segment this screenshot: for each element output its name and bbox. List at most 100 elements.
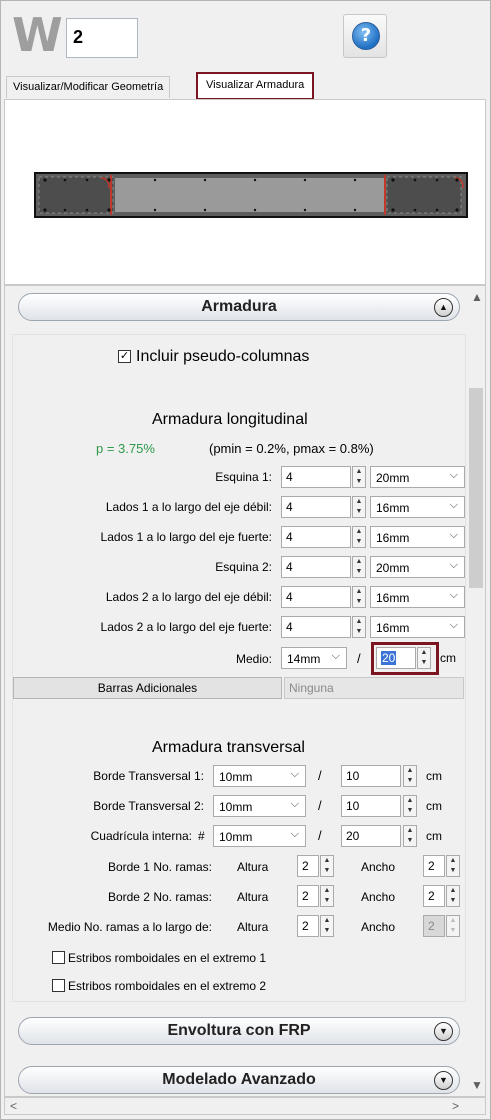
rho-range: (pmin = 0.2%, pmax = 0.8%) [209, 441, 374, 456]
tab-reinforcement[interactable]: Visualizar Armadura [196, 72, 315, 100]
legs-height-spinner[interactable]: ▲ ▼ [320, 915, 334, 937]
longitudinal-title: Armadura longitudinal [152, 411, 308, 428]
wall-section-drawing [34, 172, 468, 218]
long-bar-value: 20mm [376, 471, 410, 485]
long-count-spinner[interactable]: ▲ ▼ [352, 556, 366, 578]
legs-height-label: Altura [237, 890, 269, 904]
medio-unit: cm [440, 651, 456, 665]
trans-spacing-input[interactable]: 10 [341, 795, 401, 817]
long-count-spinner[interactable]: ▲ ▼ [352, 496, 366, 518]
long-bar-select[interactable]: 16mm ⌵ [370, 616, 465, 638]
long-row-label: Esquina 1: [215, 470, 272, 484]
trans-row-prefix: # [198, 829, 205, 843]
legs-width-input[interactable]: 2 [423, 855, 445, 877]
long-count-input[interactable]: 4 [281, 556, 351, 578]
legs-width-label: Ancho [361, 920, 396, 934]
long-row-label: Esquina 2: [215, 560, 272, 574]
trans-row-label: Borde Transversal 1: [93, 769, 204, 783]
pseudo-columns-checkbox[interactable]: ✓ [118, 350, 131, 363]
trans-separator: / [318, 798, 322, 813]
medio-spacing-input[interactable]: 20 [376, 647, 416, 669]
long-bar-select[interactable]: 20mm ⌵ [370, 556, 465, 578]
section-header-advanced[interactable]: Modelado Avanzado ▼ [18, 1066, 460, 1094]
wall-number-field[interactable]: 2 [66, 18, 138, 58]
chevron-down-icon: ⌵ [449, 559, 458, 571]
legs-height-input[interactable]: 2 [297, 855, 319, 877]
scroll-up-icon[interactable]: ▲ [471, 290, 483, 304]
long-bar-select[interactable]: 16mm ⌵ [370, 526, 465, 548]
trans-bar-value: 10mm [219, 800, 253, 814]
section-header-frp[interactable]: Envoltura con FRP ▼ [18, 1017, 460, 1045]
long-count-input[interactable]: 4 [281, 586, 351, 608]
long-bar-value: 16mm [376, 531, 410, 545]
legs-height-spinner[interactable]: ▲ ▼ [320, 855, 334, 877]
chevron-down-icon: ⌵ [449, 589, 458, 601]
long-bar-value: 16mm [376, 501, 410, 515]
medio-spacing-spinner[interactable]: ▲ ▼ [417, 647, 431, 669]
rho-value: p = 3.75% [96, 441, 155, 456]
chevron-down-icon: ⌵ [290, 828, 299, 840]
trans-bar-select[interactable]: 10mm ⌵ [213, 825, 306, 847]
long-count-spinner[interactable]: ▲ ▼ [352, 616, 366, 638]
trans-spacing-spinner[interactable]: ▲ ▼ [403, 765, 417, 787]
long-row-label: Lados 1 a lo largo del eje fuerte: [100, 530, 272, 544]
section-title: Armadura [201, 298, 277, 315]
help-button[interactable]: ? [343, 14, 387, 58]
legs-height-spinner[interactable]: ▲ ▼ [320, 885, 334, 907]
trans-separator: / [318, 828, 322, 843]
scroll-left-icon[interactable]: < [10, 1099, 17, 1113]
tab-geometry[interactable]: Visualizar/Modificar Geometría [6, 76, 171, 98]
legs-row-label: Borde 2 No. ramas: [107, 890, 212, 904]
long-bar-select[interactable]: 16mm ⌵ [370, 586, 465, 608]
trans-bar-select[interactable]: 10mm ⌵ [213, 795, 306, 817]
trans-unit: cm [426, 769, 442, 783]
rhomboid-end1-label: Estribos romboidales en el extremo 1 [68, 951, 267, 965]
trans-bar-select[interactable]: 10mm ⌵ [213, 765, 306, 787]
rhomboid-end2-checkbox[interactable] [52, 979, 65, 992]
legs-height-input[interactable]: 2 [297, 885, 319, 907]
medio-bar-select[interactable]: 14mm ⌵ [281, 647, 347, 669]
extra-bars-button[interactable]: Barras Adicionales [13, 677, 282, 699]
wall-logo: W [12, 8, 63, 62]
horizontal-scrollbar[interactable] [4, 1097, 486, 1115]
rhomboid-end1-checkbox[interactable] [52, 951, 65, 964]
trans-spacing-input[interactable]: 20 [341, 825, 401, 847]
long-bar-value: 16mm [376, 591, 410, 605]
expand-icon[interactable]: ▼ [434, 1071, 453, 1090]
long-bar-select[interactable]: 16mm ⌵ [370, 496, 465, 518]
medio-separator: / [357, 651, 361, 666]
pseudo-columns-label: Incluir pseudo-columnas [136, 348, 310, 365]
trans-unit: cm [426, 799, 442, 813]
long-count-spinner[interactable]: ▲ ▼ [352, 586, 366, 608]
chevron-down-icon: ⌵ [331, 650, 340, 662]
long-count-spinner[interactable]: ▲ ▼ [352, 526, 366, 548]
scroll-down-icon[interactable]: ▼ [471, 1078, 483, 1092]
legs-width-input[interactable]: 2 [423, 885, 445, 907]
legs-width-spinner-disabled: ▲ ▼ [446, 915, 460, 937]
trans-spacing-spinner[interactable]: ▲ ▼ [403, 825, 417, 847]
trans-spacing-input[interactable]: 10 [341, 765, 401, 787]
medio-spacing-value: 20 [381, 651, 397, 665]
long-count-input[interactable]: 4 [281, 616, 351, 638]
long-count-input[interactable]: 4 [281, 466, 351, 488]
expand-icon[interactable]: ▼ [434, 1022, 453, 1041]
trans-spacing-spinner[interactable]: ▲ ▼ [403, 795, 417, 817]
legs-width-spinner[interactable]: ▲ ▼ [446, 885, 460, 907]
legs-width-input-disabled: 2 [423, 915, 445, 937]
long-bar-select[interactable]: 20mm ⌵ [370, 466, 465, 488]
legs-height-input[interactable]: 2 [297, 915, 319, 937]
rhomboid-end2-label: Estribos romboidales en el extremo 2 [68, 979, 267, 993]
medio-bar-value: 14mm [287, 652, 321, 666]
collapse-icon[interactable]: ▲ [434, 298, 453, 317]
legs-width-label: Ancho [361, 860, 396, 874]
long-count-input[interactable]: 4 [281, 526, 351, 548]
extra-bars-value: Ninguna [284, 677, 464, 699]
legs-width-spinner[interactable]: ▲ ▼ [446, 855, 460, 877]
scroll-right-icon[interactable]: > [452, 1099, 459, 1113]
chevron-down-icon: ⌵ [290, 768, 299, 780]
section-header-armadura[interactable]: Armadura ▲ [18, 293, 460, 321]
long-count-spinner[interactable]: ▲ ▼ [352, 466, 366, 488]
vertical-scroll-thumb[interactable] [469, 388, 483, 588]
long-count-input[interactable]: 4 [281, 496, 351, 518]
long-bar-value: 16mm [376, 621, 410, 635]
